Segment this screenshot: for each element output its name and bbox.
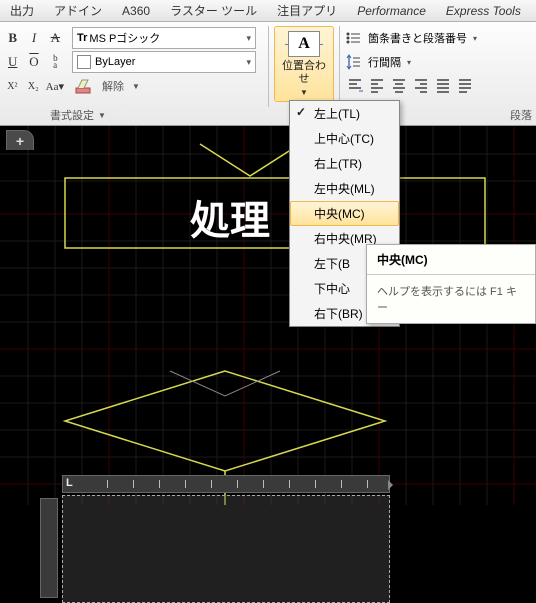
ruler-origin-marker: L bbox=[66, 477, 73, 489]
linespace-label[interactable]: 行間隔 bbox=[368, 54, 401, 70]
alignment-label: 位置合わせ bbox=[277, 60, 331, 84]
linespace-icon[interactable] bbox=[344, 53, 362, 71]
alignment-icon: A bbox=[288, 31, 320, 57]
clear-format-icon[interactable] bbox=[72, 75, 94, 97]
chevron-down-icon: ▼ bbox=[300, 88, 308, 97]
layer-color-select[interactable]: ByLayer bbox=[72, 51, 256, 73]
layer-name: ByLayer bbox=[95, 56, 135, 68]
align-option-tl[interactable]: 左上(TL) bbox=[290, 101, 399, 126]
tooltip-title: 中央(MC) bbox=[367, 245, 535, 275]
align-option-tc[interactable]: 上中心(TC) bbox=[290, 126, 399, 151]
overline-button[interactable]: O bbox=[25, 51, 42, 73]
font-name: MS Pゴシック bbox=[89, 30, 160, 46]
align-option-mc[interactable]: 中央(MC) bbox=[290, 201, 399, 226]
justify-center-button[interactable] bbox=[388, 74, 410, 96]
bullets-label[interactable]: 箇条書きと段落番号 bbox=[368, 30, 467, 46]
canvas-text: 処理 bbox=[190, 188, 270, 246]
ruler-end-cap[interactable] bbox=[388, 480, 393, 490]
bold-button[interactable]: B bbox=[4, 27, 21, 49]
case-button[interactable]: Aa▾ bbox=[46, 75, 64, 97]
ribbon: B I A U O ba X² X₂ Aa▾ 書式設定▼ Tr MS Pゴシック bbox=[0, 22, 536, 126]
underline-button[interactable]: U bbox=[4, 51, 21, 73]
menu-item[interactable]: ラスター ツール bbox=[160, 0, 267, 22]
text-edit-box[interactable] bbox=[62, 495, 390, 603]
align-option-ml[interactable]: 左中央(ML) bbox=[290, 176, 399, 201]
menu-item[interactable]: アドイン bbox=[44, 0, 112, 22]
stack-button[interactable]: ba bbox=[47, 51, 64, 73]
menu-bar: 出力 アドイン A360 ラスター ツール 注目アプリ Performance … bbox=[0, 0, 536, 22]
align-option-tr[interactable]: 右上(TR) bbox=[290, 151, 399, 176]
tooltip-help: ヘルプを表示するには F1 キー bbox=[367, 275, 535, 323]
menu-item[interactable]: 注目アプリ bbox=[267, 0, 347, 22]
color-swatch bbox=[77, 55, 91, 69]
ruler-vertical[interactable] bbox=[40, 498, 58, 598]
font-select[interactable]: Tr MS Pゴシック bbox=[72, 27, 256, 49]
clear-format-label[interactable]: 解除 bbox=[102, 78, 124, 94]
menu-item[interactable]: A360 bbox=[112, 1, 160, 21]
ruler-horizontal[interactable]: L bbox=[62, 475, 390, 493]
alignment-button[interactable]: A 位置合わせ ▼ bbox=[274, 26, 334, 102]
panel-label-paragraph[interactable]: 段落 bbox=[510, 107, 532, 123]
panel-label-style[interactable]: 書式設定▼ bbox=[50, 107, 106, 123]
subscript-button[interactable]: X² bbox=[4, 75, 21, 97]
strike-button[interactable]: A bbox=[47, 27, 64, 49]
menu-item[interactable]: Express Tools bbox=[436, 1, 531, 21]
justify-dist-button[interactable] bbox=[454, 74, 476, 96]
bullets-icon[interactable] bbox=[344, 29, 362, 47]
justify-full-button[interactable] bbox=[432, 74, 454, 96]
italic-button[interactable]: I bbox=[25, 27, 42, 49]
menu-item[interactable]: Performance bbox=[347, 1, 436, 21]
justify-right-button[interactable] bbox=[410, 74, 432, 96]
superscript-button[interactable]: X₂ bbox=[25, 75, 42, 97]
justify-left-button[interactable] bbox=[366, 74, 388, 96]
tab-bar: + bbox=[0, 126, 34, 150]
menu-item[interactable]: 出力 bbox=[0, 0, 44, 22]
justify-default-button[interactable] bbox=[344, 74, 366, 96]
justify-row bbox=[344, 74, 532, 96]
new-tab-button[interactable]: + bbox=[6, 130, 34, 150]
tooltip: 中央(MC) ヘルプを表示するには F1 キー bbox=[366, 244, 536, 324]
